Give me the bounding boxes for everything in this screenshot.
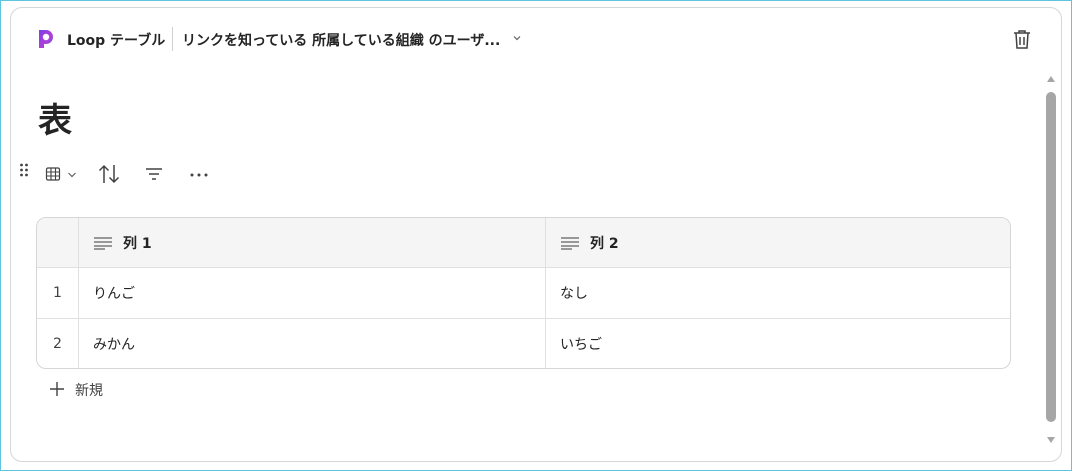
filter-icon[interactable] — [144, 165, 164, 183]
plus-icon[interactable] — [49, 381, 65, 397]
more-icon[interactable] — [189, 171, 209, 179]
column-header-1[interactable]: 列 1 — [79, 218, 546, 267]
share-setting-button[interactable]: リンクを知っている 所属している組織 のユーザ... — [182, 30, 500, 50]
text-column-icon — [94, 236, 112, 250]
row-index-header — [37, 218, 79, 267]
table-header-row: 列 1 列 2 — [37, 218, 1010, 268]
chevron-down-icon[interactable] — [512, 33, 522, 43]
add-row-button[interactable]: 新規 — [75, 380, 103, 400]
column-header-label: 列 1 — [123, 235, 152, 252]
table-cell[interactable]: りんご — [79, 267, 546, 318]
scroll-up-arrow[interactable] — [1046, 75, 1056, 83]
table-cell[interactable]: いちご — [546, 318, 1010, 368]
app-name: Loop テーブル — [67, 33, 166, 49]
table-row: 1 りんご なし — [37, 267, 1010, 319]
row-index: 1 — [37, 267, 79, 318]
table-view-icon[interactable] — [45, 166, 61, 182]
chevron-down-icon[interactable] — [67, 170, 77, 180]
loop-logo-icon — [39, 30, 53, 48]
trash-icon[interactable] — [1011, 28, 1033, 50]
text-column-icon — [561, 236, 579, 250]
table-cell[interactable]: みかん — [79, 318, 546, 368]
page-title[interactable]: 表 — [38, 101, 72, 141]
scroll-down-arrow[interactable] — [1046, 436, 1056, 444]
column-header-label: 列 2 — [590, 235, 619, 252]
row-index: 2 — [37, 318, 79, 368]
table-cell[interactable]: なし — [546, 267, 1010, 318]
data-table: 列 1 列 2 1 りんご なし 2 みかん いちご — [36, 217, 1011, 369]
loop-table-card: Loop テーブル リンクを知っている 所属している組織 のユーザ... 表 列… — [10, 7, 1062, 462]
drag-handle-icon[interactable] — [19, 163, 29, 177]
card-header: Loop テーブル リンクを知っている 所属している組織 のユーザ... — [11, 8, 1061, 70]
header-divider — [172, 27, 173, 51]
scrollbar-thumb[interactable] — [1046, 92, 1056, 422]
column-header-2[interactable]: 列 2 — [546, 218, 1010, 267]
sort-icon[interactable] — [97, 163, 121, 185]
table-row: 2 みかん いちご — [37, 318, 1010, 368]
